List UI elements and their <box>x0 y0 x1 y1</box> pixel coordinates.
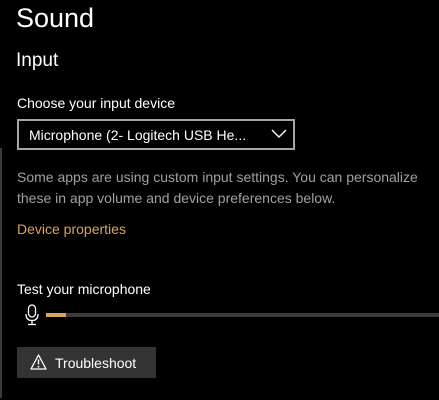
input-device-selected-value: Microphone (2- Logitech USB He... <box>29 127 247 143</box>
input-device-dropdown[interactable]: Microphone (2- Logitech USB He... <box>17 119 295 150</box>
microphone-icon <box>25 304 39 326</box>
description-line-1: Some apps are using custom input setting… <box>17 169 418 185</box>
test-microphone-label: Test your microphone <box>17 281 151 297</box>
microphone-level-meter <box>46 313 439 317</box>
troubleshoot-button-label: Troubleshoot <box>55 355 137 371</box>
section-title-input: Input <box>16 50 59 71</box>
page-title: Sound <box>16 3 95 33</box>
chevron-down-icon <box>271 129 287 138</box>
warning-icon <box>30 354 47 370</box>
sound-settings-page: Sound Input Choose your input device Mic… <box>0 0 439 400</box>
window-edge-divider <box>0 148 2 398</box>
custom-input-settings-description: Some apps are using custom input setting… <box>17 167 439 209</box>
choose-input-device-label: Choose your input device <box>17 95 175 111</box>
troubleshoot-button[interactable]: Troubleshoot <box>17 347 156 378</box>
description-line-2: these in app volume and device preferenc… <box>17 190 336 206</box>
microphone-level-fill <box>46 313 66 317</box>
device-properties-link[interactable]: Device properties <box>17 219 126 239</box>
